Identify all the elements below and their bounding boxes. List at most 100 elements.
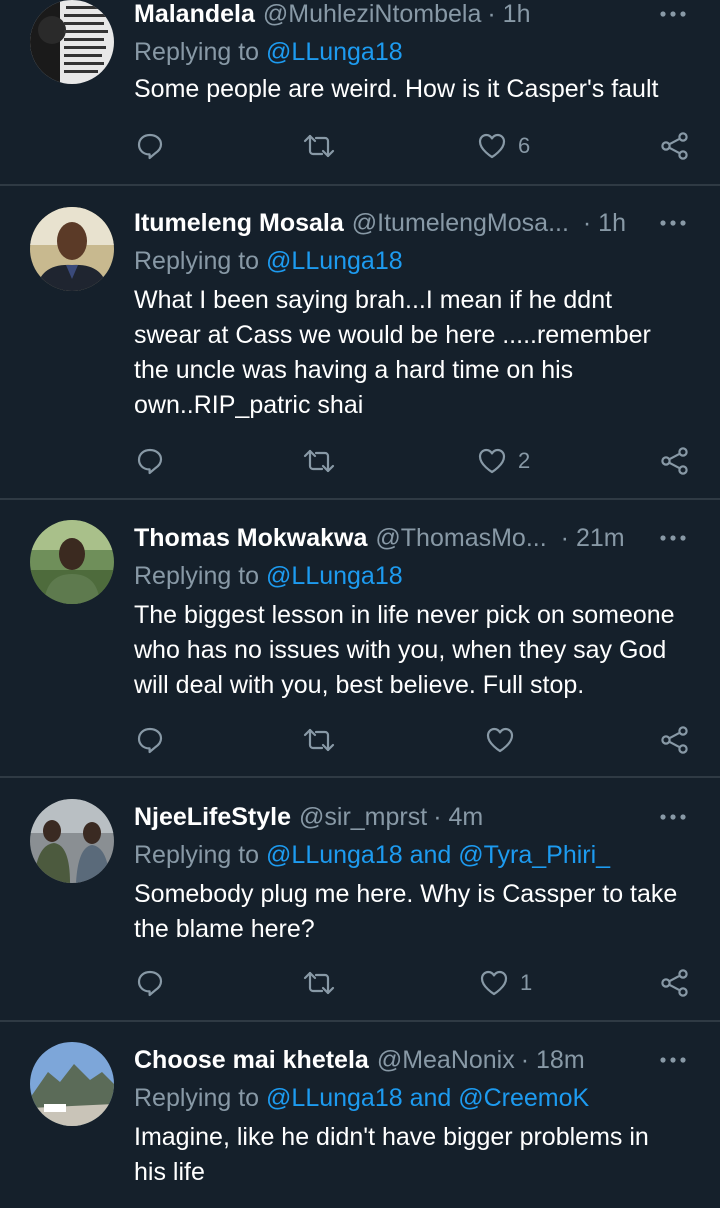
user-handle[interactable]: @ThomasMo... bbox=[375, 518, 546, 558]
more-icon[interactable] bbox=[656, 797, 690, 837]
replying-to-label: Replying to bbox=[134, 247, 260, 275]
reply-button[interactable] bbox=[136, 963, 164, 1003]
retweet-button[interactable] bbox=[302, 720, 336, 760]
tweet-header: Itumeleng Mosala @ItumelengMosa... · 1h bbox=[134, 203, 640, 243]
reply-icon bbox=[137, 727, 163, 754]
tweet-text: Imagine, like he didn't have bigger prob… bbox=[134, 1120, 699, 1190]
reply-icon bbox=[137, 448, 163, 475]
user-handle[interactable]: @ItumelengMosa... bbox=[352, 203, 569, 243]
mention-link[interactable]: @LLunga18 bbox=[266, 562, 403, 590]
mention-link[interactable]: @LLunga18 bbox=[266, 38, 403, 66]
tweet-text-line: will deal with you, best believe. Full s… bbox=[134, 671, 585, 699]
display-name[interactable]: Malandela bbox=[134, 0, 255, 34]
display-name[interactable]: Thomas Mokwakwa bbox=[134, 518, 367, 558]
timestamp[interactable]: · 21m bbox=[561, 518, 625, 558]
display-name[interactable]: Itumeleng Mosala bbox=[134, 203, 344, 243]
reply-button[interactable] bbox=[136, 441, 164, 481]
like-button[interactable]: 2 bbox=[478, 441, 530, 481]
like-count: 1 bbox=[520, 970, 533, 995]
like-button[interactable]: 6 bbox=[478, 126, 530, 166]
tweet-text-line: Imagine, like he didn't have bigger prob… bbox=[134, 1123, 649, 1151]
mention-link[interactable]: @LLunga18 and @CreemoK bbox=[266, 1084, 589, 1112]
mention-link[interactable]: @LLunga18 bbox=[266, 247, 403, 275]
timestamp[interactable]: · 1h bbox=[487, 0, 530, 34]
tweet[interactable]: NjeeLifeStyle @sir_mprst · 4m Replying t… bbox=[0, 797, 720, 1021]
heart-icon bbox=[486, 727, 514, 753]
share-icon bbox=[661, 969, 688, 997]
share-icon bbox=[661, 132, 688, 160]
tweet-header: NjeeLifeStyle @sir_mprst · 4m bbox=[134, 797, 640, 837]
replying-to: Replying to @LLunga18 and @Tyra_Phiri_ bbox=[134, 835, 610, 875]
tweet-text-line: The biggest lesson in life never pick on… bbox=[134, 601, 675, 629]
more-icon[interactable] bbox=[656, 0, 690, 34]
tweet-text-line: the blame here? bbox=[134, 915, 315, 943]
tweet-actions: 1 bbox=[0, 963, 720, 1003]
tweet-actions: 6 bbox=[0, 126, 720, 166]
like-button[interactable]: 1 bbox=[480, 963, 532, 1003]
reply-button[interactable] bbox=[136, 126, 164, 166]
retweet-button[interactable] bbox=[302, 126, 336, 166]
tweet[interactable]: Thomas Mokwakwa @ThomasMo... · 21m Reply… bbox=[0, 518, 720, 776]
share-button[interactable] bbox=[660, 441, 690, 481]
retweet-icon bbox=[303, 449, 335, 473]
replying-to-label: Replying to bbox=[134, 562, 260, 590]
avatar[interactable] bbox=[30, 207, 114, 291]
tweet-text-line: What I been saying brah...I mean if he d… bbox=[134, 286, 613, 314]
tweet-actions bbox=[0, 720, 720, 760]
heart-icon bbox=[478, 133, 506, 159]
user-handle[interactable]: @sir_mprst bbox=[299, 797, 427, 837]
tweet-text: What I been saying brah...I mean if he d… bbox=[134, 283, 699, 423]
tweet[interactable]: Itumeleng Mosala @ItumelengMosa... · 1h … bbox=[0, 203, 720, 499]
tweet-actions: 2 bbox=[0, 441, 720, 481]
replying-to-label: Replying to bbox=[134, 38, 260, 66]
replying-to: Replying to @LLunga18 bbox=[134, 241, 403, 281]
tweet-text: Somebody plug me here. Why is Cassper to… bbox=[134, 877, 699, 947]
more-icon[interactable] bbox=[656, 1040, 690, 1080]
tweet-header: Malandela @MuhleziNtombela · 1h bbox=[134, 0, 640, 34]
tweet-header: Choose mai khetela @MeaNonix · 18m bbox=[134, 1040, 640, 1080]
avatar[interactable] bbox=[30, 520, 114, 604]
retweet-icon bbox=[303, 728, 335, 752]
avatar[interactable] bbox=[30, 799, 114, 883]
retweet-button[interactable] bbox=[302, 963, 336, 1003]
heart-icon bbox=[480, 970, 508, 996]
heart-icon bbox=[478, 448, 506, 474]
tweet-text-line: own..RIP_patric shai bbox=[134, 391, 364, 419]
tweet-text-line: who has no issues with you, when they sa… bbox=[134, 636, 667, 664]
user-handle[interactable]: @MuhleziNtombela bbox=[263, 0, 482, 34]
tweet-text-line: Some people are weird. How is it Casper'… bbox=[134, 75, 659, 103]
reply-icon bbox=[137, 133, 163, 160]
tweet-text-line: the uncle was having a hard time on his bbox=[134, 356, 574, 384]
divider bbox=[0, 184, 720, 186]
tweet[interactable]: Choose mai khetela @MeaNonix · 18m Reply… bbox=[0, 1040, 720, 1208]
avatar[interactable] bbox=[30, 0, 114, 84]
share-icon bbox=[661, 447, 688, 475]
user-handle[interactable]: @MeaNonix bbox=[377, 1040, 515, 1080]
display-name[interactable]: Choose mai khetela bbox=[134, 1040, 369, 1080]
replying-to-label: Replying to bbox=[134, 841, 260, 869]
timestamp[interactable]: · 18m bbox=[521, 1040, 585, 1080]
share-button[interactable] bbox=[660, 720, 690, 760]
retweet-button[interactable] bbox=[302, 441, 336, 481]
tweet-text-line: his life bbox=[134, 1158, 205, 1186]
timestamp[interactable]: · 4m bbox=[433, 797, 483, 837]
display-name[interactable]: NjeeLifeStyle bbox=[134, 797, 291, 837]
replying-to: Replying to @LLunga18 bbox=[134, 556, 403, 596]
replying-to-label: Replying to bbox=[134, 1084, 260, 1112]
like-button[interactable] bbox=[486, 720, 514, 760]
share-button[interactable] bbox=[660, 126, 690, 166]
more-icon[interactable] bbox=[656, 518, 690, 558]
mention-link[interactable]: @LLunga18 and @Tyra_Phiri_ bbox=[266, 841, 610, 869]
replying-to: Replying to @LLunga18 and @CreemoK bbox=[134, 1078, 589, 1118]
avatar[interactable] bbox=[30, 1042, 114, 1126]
more-icon[interactable] bbox=[656, 203, 690, 243]
tweet-feed: Malandela @MuhleziNtombela · 1h Replying… bbox=[0, 0, 720, 1208]
timestamp[interactable]: · 1h bbox=[583, 203, 626, 243]
tweet[interactable]: Malandela @MuhleziNtombela · 1h Replying… bbox=[0, 0, 720, 186]
reply-button[interactable] bbox=[136, 720, 164, 760]
retweet-icon bbox=[303, 134, 335, 158]
like-count: 6 bbox=[518, 133, 531, 158]
tweet-header: Thomas Mokwakwa @ThomasMo... · 21m bbox=[134, 518, 640, 558]
divider bbox=[0, 1020, 720, 1022]
share-button[interactable] bbox=[660, 963, 690, 1003]
